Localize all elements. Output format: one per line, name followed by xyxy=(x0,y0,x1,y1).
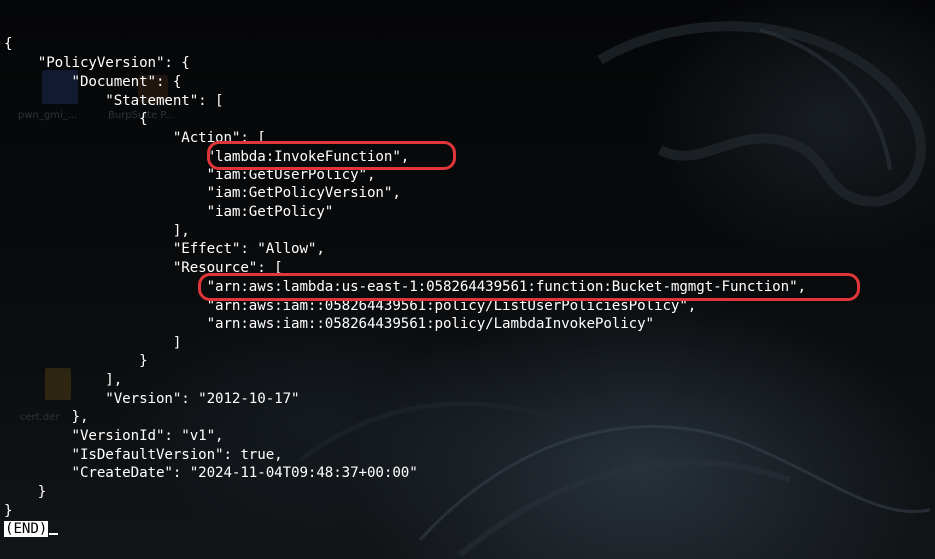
output-line: { xyxy=(4,111,148,127)
terminal-cursor xyxy=(49,533,59,535)
output-line: "Effect": "Allow", xyxy=(4,241,325,257)
output-line: "IsDefaultVersion": true, xyxy=(4,447,283,463)
output-line: "Statement": [ xyxy=(4,93,224,109)
output-line: { xyxy=(4,36,13,52)
output-line: "iam:GetPolicyVersion", xyxy=(4,185,401,201)
output-line: } xyxy=(4,353,148,369)
highlight-lambda-arn xyxy=(198,273,860,301)
output-line: "Document": { xyxy=(4,74,182,90)
output-line: ] xyxy=(4,335,182,351)
output-line: "PolicyVersion": { xyxy=(4,55,190,71)
output-line: } xyxy=(4,503,13,519)
output-line: "CreateDate": "2024-11-04T09:48:37+00:00… xyxy=(4,465,418,481)
highlight-invoke-function xyxy=(207,141,456,170)
output-line: ], xyxy=(4,223,190,239)
output-line: }, xyxy=(4,409,89,425)
output-line: "arn:aws:iam::058264439561:policy/Lambda… xyxy=(4,316,655,332)
pager-end-line[interactable]: (END) xyxy=(4,520,59,538)
output-line: "Version": "2012-10-17" xyxy=(4,391,300,407)
output-line: "VersionId": "v1", xyxy=(4,428,224,444)
output-line: ], xyxy=(4,372,123,388)
pager-end-marker: (END) xyxy=(4,521,49,537)
output-line: "iam:GetPolicy" xyxy=(4,204,334,220)
output-line: } xyxy=(4,484,47,500)
